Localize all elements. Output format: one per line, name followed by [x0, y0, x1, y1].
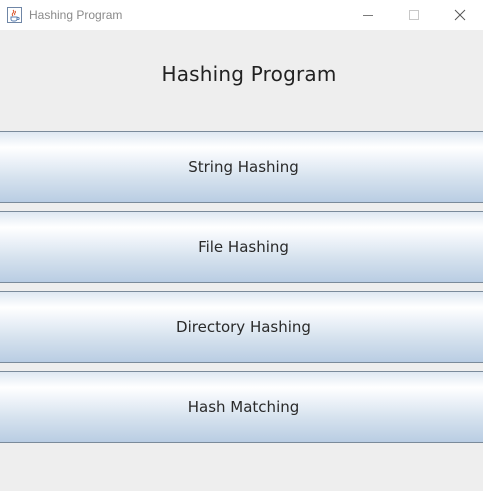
page-title: Hashing Program: [161, 62, 337, 86]
hash-matching-button[interactable]: Hash Matching: [0, 371, 483, 443]
close-icon: [454, 6, 466, 25]
maximize-icon: [408, 6, 420, 25]
app-window: Hashing Program Hashing Program String H…: [0, 0, 483, 491]
java-cup-icon: [7, 7, 22, 23]
minimize-icon: [362, 6, 374, 25]
directory-hashing-button[interactable]: Directory Hashing: [0, 291, 483, 363]
file-hashing-label: File Hashing: [198, 238, 289, 256]
directory-hashing-label: Directory Hashing: [176, 318, 311, 336]
string-hashing-button[interactable]: String Hashing: [0, 131, 483, 203]
title-bar[interactable]: Hashing Program: [0, 0, 483, 30]
string-hashing-label: String Hashing: [188, 158, 299, 176]
close-button[interactable]: [437, 0, 483, 30]
file-hashing-button[interactable]: File Hashing: [0, 211, 483, 283]
minimize-button[interactable]: [345, 0, 391, 30]
maximize-button[interactable]: [391, 0, 437, 30]
window-title: Hashing Program: [29, 8, 123, 22]
hash-matching-label: Hash Matching: [187, 398, 300, 416]
